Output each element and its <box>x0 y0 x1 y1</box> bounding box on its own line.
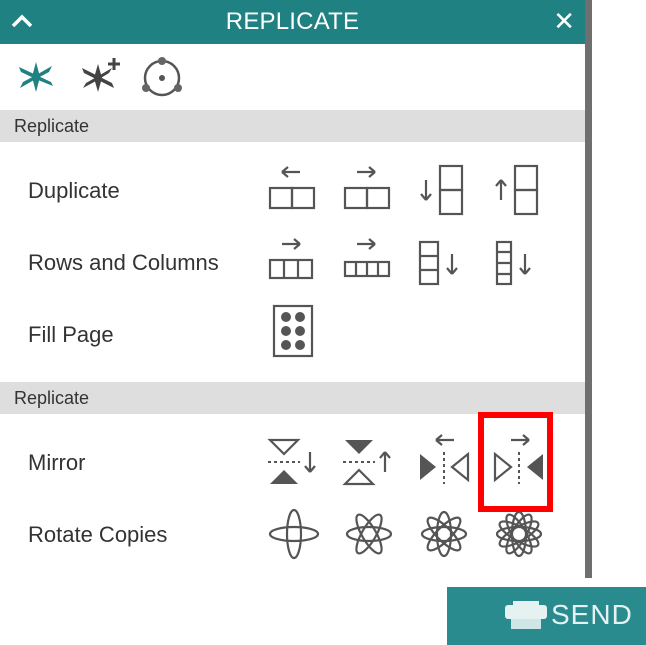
panel-right-border <box>585 0 592 578</box>
tab-replicate[interactable] <box>8 52 64 102</box>
rotate-copies-2-icon <box>268 508 320 560</box>
mirror-down-button[interactable] <box>262 430 326 494</box>
rows-right-3-icon <box>268 238 314 280</box>
fill-page-button[interactable] <box>262 300 326 364</box>
panel-tabs <box>0 44 585 108</box>
rotate-copies-3-button[interactable] <box>337 502 401 566</box>
rotate-copies-4-icon <box>420 510 468 558</box>
section-header-label: Replicate <box>14 388 90 408</box>
rows-right-3-button[interactable] <box>262 232 326 296</box>
section-header-mirror: Replicate <box>0 382 585 414</box>
duplicate-right-icon <box>343 166 391 210</box>
circle-rotate-icon <box>142 57 182 97</box>
replicate-panel: REPLICATE ✕ Replicate Duplicate Rows and… <box>0 0 585 578</box>
duplicate-left-button[interactable] <box>262 160 326 224</box>
row-label-mirror: Mirror <box>28 450 86 475</box>
duplicate-up-icon <box>495 164 539 216</box>
columns-down-3-icon <box>418 240 458 286</box>
rows-right-4-button[interactable] <box>337 232 401 296</box>
fill-page-icon <box>272 304 314 358</box>
rotate-copies-2-button[interactable] <box>262 502 326 566</box>
rotate-copies-3-icon <box>345 513 393 555</box>
duplicate-up-button[interactable] <box>487 160 551 224</box>
section-header-replicate: Replicate <box>0 110 585 142</box>
mirror-up-icon <box>342 440 391 486</box>
mirror-down-icon <box>267 438 316 484</box>
replicate-star-plus-icon <box>82 58 120 92</box>
row-label-duplicate: Duplicate <box>28 178 120 203</box>
close-icon[interactable]: ✕ <box>553 8 575 34</box>
duplicate-left-icon <box>268 166 316 210</box>
send-button[interactable]: SEND <box>447 587 646 645</box>
panel-title: REPLICATE <box>225 8 360 35</box>
mirror-right-button[interactable] <box>487 430 551 494</box>
mirror-up-button[interactable] <box>337 430 401 494</box>
rotate-copies-6-icon <box>495 510 543 558</box>
rotate-copies-6-button[interactable] <box>487 502 551 566</box>
row-label-rotate-copies: Rotate Copies <box>28 522 168 547</box>
mirror-left-button[interactable] <box>412 430 476 494</box>
duplicate-right-button[interactable] <box>337 160 401 224</box>
replicate-star-icon <box>19 62 53 92</box>
columns-down-3-button[interactable] <box>412 232 476 296</box>
rows-right-4-icon <box>343 238 391 278</box>
mirror-right-icon <box>493 434 543 484</box>
rotate-copies-4-button[interactable] <box>412 502 476 566</box>
panel-titlebar: REPLICATE ✕ <box>0 0 585 44</box>
send-button-label: SEND <box>551 599 633 630</box>
tab-rotate[interactable] <box>134 52 190 102</box>
columns-down-4-icon <box>495 240 531 286</box>
duplicate-down-button[interactable] <box>412 160 476 224</box>
columns-down-4-button[interactable] <box>487 232 551 296</box>
row-label-fill-page: Fill Page <box>28 322 114 347</box>
row-label-rows-columns: Rows and Columns <box>28 250 219 275</box>
cutter-icon <box>503 599 549 638</box>
duplicate-down-icon <box>420 164 464 216</box>
section-header-label: Replicate <box>14 116 90 136</box>
tab-replicate-add[interactable] <box>74 52 130 102</box>
mirror-left-icon <box>420 434 470 484</box>
